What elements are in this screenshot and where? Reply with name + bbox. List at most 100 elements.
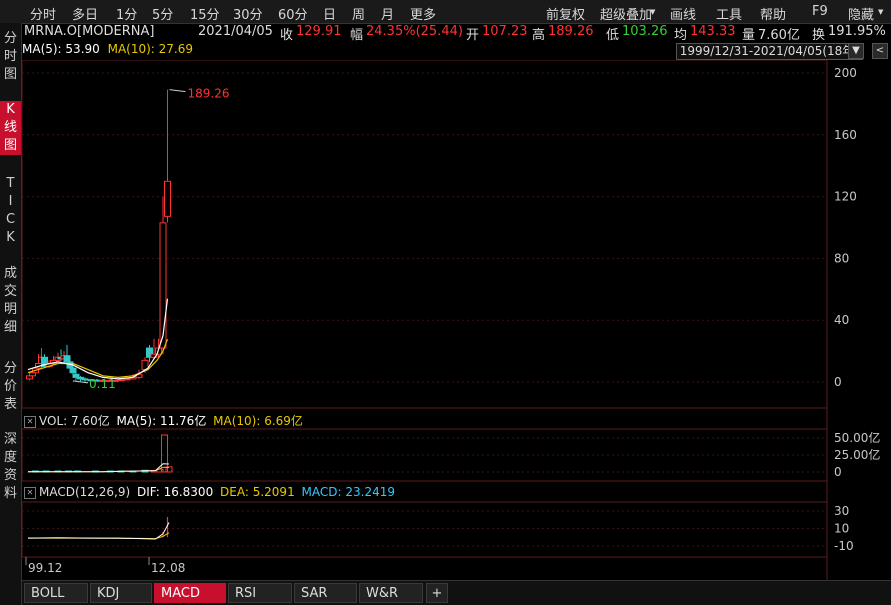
panel-collapse-button[interactable]: < <box>872 43 888 59</box>
toolbar-super-overlay-button[interactable]: 超级叠加 <box>600 4 652 23</box>
macd-axis-label: 10 <box>834 522 849 536</box>
nav-trade-details-char: 明 <box>3 302 17 317</box>
ma10-legend: MA(10): 27.69 <box>107 42 194 56</box>
nav-price-distribution[interactable]: 分价表 <box>0 360 21 414</box>
quote-info-row: MRNA.O[MODERNA] 2021/04/05 收 129.91 幅 24… <box>22 23 891 43</box>
add-indicator-button[interactable]: + <box>426 583 448 603</box>
vol-value: VOL: 7.60亿 <box>39 414 110 428</box>
vol-ma10: MA(10): 6.69亿 <box>213 414 303 428</box>
date-range-selector[interactable]: 1999/12/31-2021/04/05(18年) <box>675 43 863 60</box>
high-annotation-arrow <box>169 89 186 93</box>
low-annotation: 0.11 <box>89 377 116 391</box>
nav-trade-details-char: 细 <box>3 320 17 335</box>
toolbar-day-button[interactable]: 日 <box>323 4 336 23</box>
nav-price-distribution-char: 分 <box>3 361 17 376</box>
candle-body <box>123 378 131 381</box>
nav-tick-char: K <box>6 230 15 245</box>
close-value: 129.91 <box>296 24 342 39</box>
avg-value: 143.33 <box>690 24 736 39</box>
nav-kline-chart[interactable]: K线图 <box>0 101 21 155</box>
vol-settings-icon[interactable]: ✕ <box>24 415 36 428</box>
tab-wr[interactable]: W&R <box>359 583 423 603</box>
nav-kline-chart-char: 图 <box>3 138 17 153</box>
nav-kline-chart-char: 线 <box>3 120 17 135</box>
price-axis-label: 160 <box>834 128 857 142</box>
nav-depth-info-char: 深 <box>3 432 17 447</box>
nav-tick[interactable]: TICK <box>0 175 21 247</box>
volume-legend: ✕ VOL: 7.60亿 MA(5): 11.76亿 MA(10): 6.69亿 <box>24 412 303 429</box>
nav-tick-char: C <box>5 212 16 227</box>
candle-body <box>63 355 71 363</box>
ma-legend: MA(5): 53.90 MA(10): 27.69 <box>22 42 193 60</box>
tab-boll[interactable]: BOLL <box>24 583 88 603</box>
nav-intraday-chart-char: 时 <box>3 49 17 64</box>
toolbar-1min-button[interactable]: 1分 <box>116 4 137 23</box>
high-annotation: 189.26 <box>188 87 230 101</box>
nav-trade-details[interactable]: 成交明细 <box>0 265 21 337</box>
indicator-tab-bar: BOLL KDJ MACD RSI SAR W&R + <box>22 580 891 605</box>
date-range-text: 1999/12/31-2021/04/05(18年) <box>679 44 859 58</box>
toolbar-help-button[interactable]: 帮助 <box>760 4 786 23</box>
price-axis-label: 120 <box>834 190 857 204</box>
candle-body <box>159 222 167 349</box>
ma10-line <box>27 338 169 379</box>
nav-price-distribution-char: 表 <box>3 397 17 412</box>
macd-name: MACD(12,26,9) <box>39 485 131 499</box>
toolbar-tools-button[interactable]: 工具 <box>716 4 742 23</box>
toolbar-more-button[interactable]: 更多 <box>410 4 436 23</box>
macd-dea: DEA: 5.2091 <box>220 485 295 499</box>
volume-value: 7.60亿 <box>758 28 800 43</box>
candle-body <box>117 379 125 382</box>
toolbar-week-button[interactable]: 周 <box>352 4 365 23</box>
close-label: 收 <box>280 28 294 43</box>
toolbar-5min-button[interactable]: 5分 <box>152 4 173 23</box>
toolbar-forward-adjust-button[interactable]: 前复权 <box>546 4 585 23</box>
macd-settings-icon[interactable]: ✕ <box>24 486 36 499</box>
toolbar-intraday-button[interactable]: 分时 <box>30 4 56 23</box>
macd-axis-label: -10 <box>834 539 854 553</box>
left-nav: 分时图K线图TICK成交明细分价表深度资料 <box>0 23 22 605</box>
nav-trade-details-char: 成 <box>3 266 17 281</box>
range-dropdown-button[interactable]: ▼ <box>848 43 864 59</box>
super-overlay-arrow-icon[interactable]: ▼ <box>650 8 655 16</box>
toolbar-multiday-button[interactable]: 多日 <box>72 4 98 23</box>
macd-axis-label: 30 <box>834 504 849 518</box>
tab-macd[interactable]: MACD <box>154 583 226 603</box>
top-toolbar: 分时 多日 1分 5分 15分 30分 60分日周月更多 前复权 超级叠加 画线 工具 帮助 F9 隐藏 ▼… <box>0 0 891 24</box>
toolbar-15min-button[interactable]: 15分 <box>190 4 220 23</box>
high-value: 189.26 <box>548 24 594 39</box>
toolbar-f9-button[interactable]: F9 <box>812 4 828 19</box>
macd-panel-frame <box>22 501 828 558</box>
toolbar-30min-button[interactable]: 30分 <box>233 4 263 23</box>
volume-axis-label: 0 <box>834 465 842 479</box>
dif-line <box>27 522 170 540</box>
price-axis-label: 40 <box>834 313 849 327</box>
nav-trade-details-char: 交 <box>3 284 17 299</box>
toolbar-hide-button[interactable]: 隐藏 <box>848 4 874 23</box>
turnover-label: 换 <box>812 28 826 43</box>
tab-kdj[interactable]: KDJ <box>90 583 152 603</box>
toolbar-60min-button[interactable]: 60分 <box>278 4 308 23</box>
tab-sar[interactable]: SAR <box>294 583 357 603</box>
hide-arrow-icon[interactable]: ▼ <box>878 8 883 16</box>
nav-tick-char: I <box>8 194 13 209</box>
toolbar-draw-line-button[interactable]: 画线 <box>670 4 696 23</box>
nav-depth-info-char: 度 <box>3 450 17 465</box>
change-label: 幅 <box>350 28 364 43</box>
price-axis-label: 80 <box>834 251 849 265</box>
candle-body <box>164 180 171 217</box>
vol-ma5: MA(5): 11.76亿 <box>116 414 207 428</box>
nav-intraday-chart[interactable]: 分时图 <box>0 30 21 84</box>
nav-intraday-chart-char: 分 <box>3 31 17 46</box>
kline-chart[interactable]: 200 160 120 80 40 0 189.26 0.11 50.00亿 25.00亿 0 30 1… <box>22 60 891 580</box>
date-axis-label: 99.12 <box>28 561 62 575</box>
open-label: 开 <box>466 28 480 43</box>
nav-price-distribution-char: 价 <box>3 379 17 394</box>
macd-value: MACD: 23.2419 <box>301 485 395 499</box>
nav-depth-info[interactable]: 深度资料 <box>0 431 21 503</box>
toolbar-month-button[interactable]: 月 <box>381 4 394 23</box>
tab-rsi[interactable]: RSI <box>228 583 292 603</box>
volume-axis-label: 25.00亿 <box>834 447 880 462</box>
candle-body <box>69 367 77 374</box>
turnover-value: 191.95% <box>828 24 886 39</box>
